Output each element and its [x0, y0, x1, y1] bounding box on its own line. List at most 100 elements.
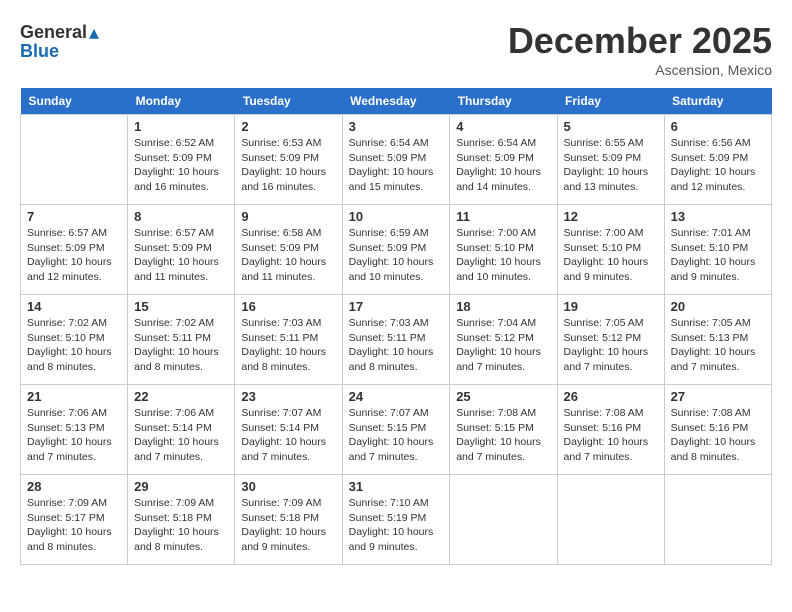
day-number: 26 — [564, 389, 658, 404]
day-number: 21 — [27, 389, 121, 404]
calendar-cell: 22Sunrise: 7:06 AMSunset: 5:14 PMDayligh… — [128, 385, 235, 475]
calendar-day-header: Thursday — [450, 88, 557, 115]
day-number: 13 — [671, 209, 765, 224]
day-number: 4 — [456, 119, 550, 134]
calendar-cell: 15 Sunrise: 7:02 AMSunset: 5:11 PMDayligh… — [128, 295, 235, 385]
day-info: Sunrise: 7:05 AMSunset: 5:12 PMDaylight:… — [564, 316, 658, 375]
day-info: Sunrise: 7:09 AMSunset: 5:18 PMDaylight:… — [241, 496, 335, 555]
calendar-cell: 11Sunrise: 7:00 AMSunset: 5:10 PMDayligh… — [450, 205, 557, 295]
day-info: Sunrise: 6:57 AMSunset: 5:09 PMDaylight:… — [27, 226, 121, 285]
calendar-table: SundayMondayTuesdayWednesdayThursdayFrid… — [20, 88, 772, 565]
calendar-cell: 20 Sunrise: 7:05 AMSunset: 5:13 PMDayligh… — [664, 295, 771, 385]
logo-bird-icon: ▴ — [89, 20, 99, 45]
calendar-cell: 26Sunrise: 7:08 AMSunset: 5:16 PMDayligh… — [557, 385, 664, 475]
day-info: Sunrise: 7:06 AMSunset: 5:14 PMDaylight:… — [134, 406, 228, 465]
logo: General ▴ Blue — [20, 20, 99, 62]
page-header: General ▴ Blue December 2025 Ascension, … — [20, 20, 772, 78]
day-number: 17 — [349, 299, 444, 314]
day-info: Sunrise: 7:07 AMSunset: 5:15 PMDaylight:… — [349, 406, 444, 465]
calendar-cell: 24 Sunrise: 7:07 AMSunset: 5:15 PMDayligh… — [342, 385, 450, 475]
day-number: 12 — [564, 209, 658, 224]
calendar-cell — [664, 475, 771, 565]
calendar-cell: 9 Sunrise: 6:58 AMSunset: 5:09 PMDaylight… — [235, 205, 342, 295]
day-info: Sunrise: 7:02 AMSunset: 5:11 PMDaylight:… — [134, 316, 228, 375]
day-number: 19 — [564, 299, 658, 314]
day-info: Sunrise: 6:53 AMSunset: 5:09 PMDaylight:… — [241, 136, 335, 195]
logo-text-blue: Blue — [20, 41, 59, 62]
day-info: Sunrise: 7:10 AMSunset: 5:19 PMDaylight:… — [349, 496, 444, 555]
day-number: 6 — [671, 119, 765, 134]
calendar-cell: 8 Sunrise: 6:57 AMSunset: 5:09 PMDaylight… — [128, 205, 235, 295]
day-info: Sunrise: 7:09 AMSunset: 5:17 PMDaylight:… — [27, 496, 121, 555]
calendar-cell: 28 Sunrise: 7:09 AMSunset: 5:17 PMDayligh… — [21, 475, 128, 565]
day-number: 3 — [349, 119, 444, 134]
day-number: 11 — [456, 209, 550, 224]
day-info: Sunrise: 6:58 AMSunset: 5:09 PMDaylight:… — [241, 226, 335, 285]
calendar-week-row: 1Sunrise: 6:52 AMSunset: 5:09 PMDaylight… — [21, 115, 772, 205]
day-number: 25 — [456, 389, 550, 404]
day-info: Sunrise: 7:08 AMSunset: 5:16 PMDaylight:… — [671, 406, 765, 465]
calendar-week-row: 21Sunrise: 7:06 AMSunset: 5:13 PMDayligh… — [21, 385, 772, 475]
day-info: Sunrise: 7:08 AMSunset: 5:15 PMDaylight:… — [456, 406, 550, 465]
day-info: Sunrise: 6:57 AMSunset: 5:09 PMDaylight:… — [134, 226, 228, 285]
location-subtitle: Ascension, Mexico — [508, 62, 772, 78]
calendar-cell: 31Sunrise: 7:10 AMSunset: 5:19 PMDayligh… — [342, 475, 450, 565]
calendar-cell: 21Sunrise: 7:06 AMSunset: 5:13 PMDayligh… — [21, 385, 128, 475]
day-number: 29 — [134, 479, 228, 494]
calendar-cell: 10 Sunrise: 6:59 AMSunset: 5:09 PMDayligh… — [342, 205, 450, 295]
day-number: 7 — [27, 209, 121, 224]
calendar-cell: 1Sunrise: 6:52 AMSunset: 5:09 PMDaylight… — [128, 115, 235, 205]
calendar-cell: 2Sunrise: 6:53 AMSunset: 5:09 PMDaylight… — [235, 115, 342, 205]
calendar-cell: 6 Sunrise: 6:56 AMSunset: 5:09 PMDaylight… — [664, 115, 771, 205]
calendar-cell — [450, 475, 557, 565]
day-info: Sunrise: 7:09 AMSunset: 5:18 PMDaylight:… — [134, 496, 228, 555]
day-number: 30 — [241, 479, 335, 494]
day-number: 16 — [241, 299, 335, 314]
day-number: 28 — [27, 479, 121, 494]
day-number: 5 — [564, 119, 658, 134]
day-info: Sunrise: 6:59 AMSunset: 5:09 PMDaylight:… — [349, 226, 444, 285]
calendar-cell: 4 Sunrise: 6:54 AMSunset: 5:09 PMDaylight… — [450, 115, 557, 205]
day-number: 10 — [349, 209, 444, 224]
day-info: Sunrise: 6:55 AMSunset: 5:09 PMDaylight:… — [564, 136, 658, 195]
calendar-cell: 18 Sunrise: 7:04 AMSunset: 5:12 PMDayligh… — [450, 295, 557, 385]
day-info: Sunrise: 7:03 AMSunset: 5:11 PMDaylight:… — [241, 316, 335, 375]
month-title: December 2025 — [508, 20, 772, 62]
day-info: Sunrise: 7:01 AMSunset: 5:10 PMDaylight:… — [671, 226, 765, 285]
title-section: December 2025 Ascension, Mexico — [508, 20, 772, 78]
calendar-cell: 16 Sunrise: 7:03 AMSunset: 5:11 PMDayligh… — [235, 295, 342, 385]
calendar-week-row: 7 Sunrise: 6:57 AMSunset: 5:09 PMDaylight… — [21, 205, 772, 295]
calendar-week-row: 14 Sunrise: 7:02 AMSunset: 5:10 PMDayligh… — [21, 295, 772, 385]
day-info: Sunrise: 7:03 AMSunset: 5:11 PMDaylight:… — [349, 316, 444, 375]
calendar-cell: 3Sunrise: 6:54 AMSunset: 5:09 PMDaylight… — [342, 115, 450, 205]
calendar-cell — [21, 115, 128, 205]
day-info: Sunrise: 6:54 AMSunset: 5:09 PMDaylight:… — [456, 136, 550, 195]
calendar-cell: 25 Sunrise: 7:08 AMSunset: 5:15 PMDayligh… — [450, 385, 557, 475]
calendar-day-header: Monday — [128, 88, 235, 115]
calendar-header-row: SundayMondayTuesdayWednesdayThursdayFrid… — [21, 88, 772, 115]
calendar-cell: 30 Sunrise: 7:09 AMSunset: 5:18 PMDayligh… — [235, 475, 342, 565]
calendar-cell: 23Sunrise: 7:07 AMSunset: 5:14 PMDayligh… — [235, 385, 342, 475]
calendar-day-header: Friday — [557, 88, 664, 115]
day-info: Sunrise: 6:52 AMSunset: 5:09 PMDaylight:… — [134, 136, 228, 195]
day-number: 20 — [671, 299, 765, 314]
day-info: Sunrise: 6:56 AMSunset: 5:09 PMDaylight:… — [671, 136, 765, 195]
calendar-cell: 17 Sunrise: 7:03 AMSunset: 5:11 PMDayligh… — [342, 295, 450, 385]
day-number: 8 — [134, 209, 228, 224]
calendar-day-header: Tuesday — [235, 88, 342, 115]
day-info: Sunrise: 7:04 AMSunset: 5:12 PMDaylight:… — [456, 316, 550, 375]
day-number: 18 — [456, 299, 550, 314]
day-info: Sunrise: 7:05 AMSunset: 5:13 PMDaylight:… — [671, 316, 765, 375]
calendar-cell: 7 Sunrise: 6:57 AMSunset: 5:09 PMDaylight… — [21, 205, 128, 295]
day-number: 9 — [241, 209, 335, 224]
day-number: 27 — [671, 389, 765, 404]
day-info: Sunrise: 7:00 AMSunset: 5:10 PMDaylight:… — [564, 226, 658, 285]
calendar-cell: 12 Sunrise: 7:00 AMSunset: 5:10 PMDayligh… — [557, 205, 664, 295]
calendar-cell: 5 Sunrise: 6:55 AMSunset: 5:09 PMDaylight… — [557, 115, 664, 205]
calendar-day-header: Sunday — [21, 88, 128, 115]
day-number: 14 — [27, 299, 121, 314]
day-info: Sunrise: 7:02 AMSunset: 5:10 PMDaylight:… — [27, 316, 121, 375]
day-number: 15 — [134, 299, 228, 314]
day-number: 24 — [349, 389, 444, 404]
day-info: Sunrise: 7:07 AMSunset: 5:14 PMDaylight:… — [241, 406, 335, 465]
